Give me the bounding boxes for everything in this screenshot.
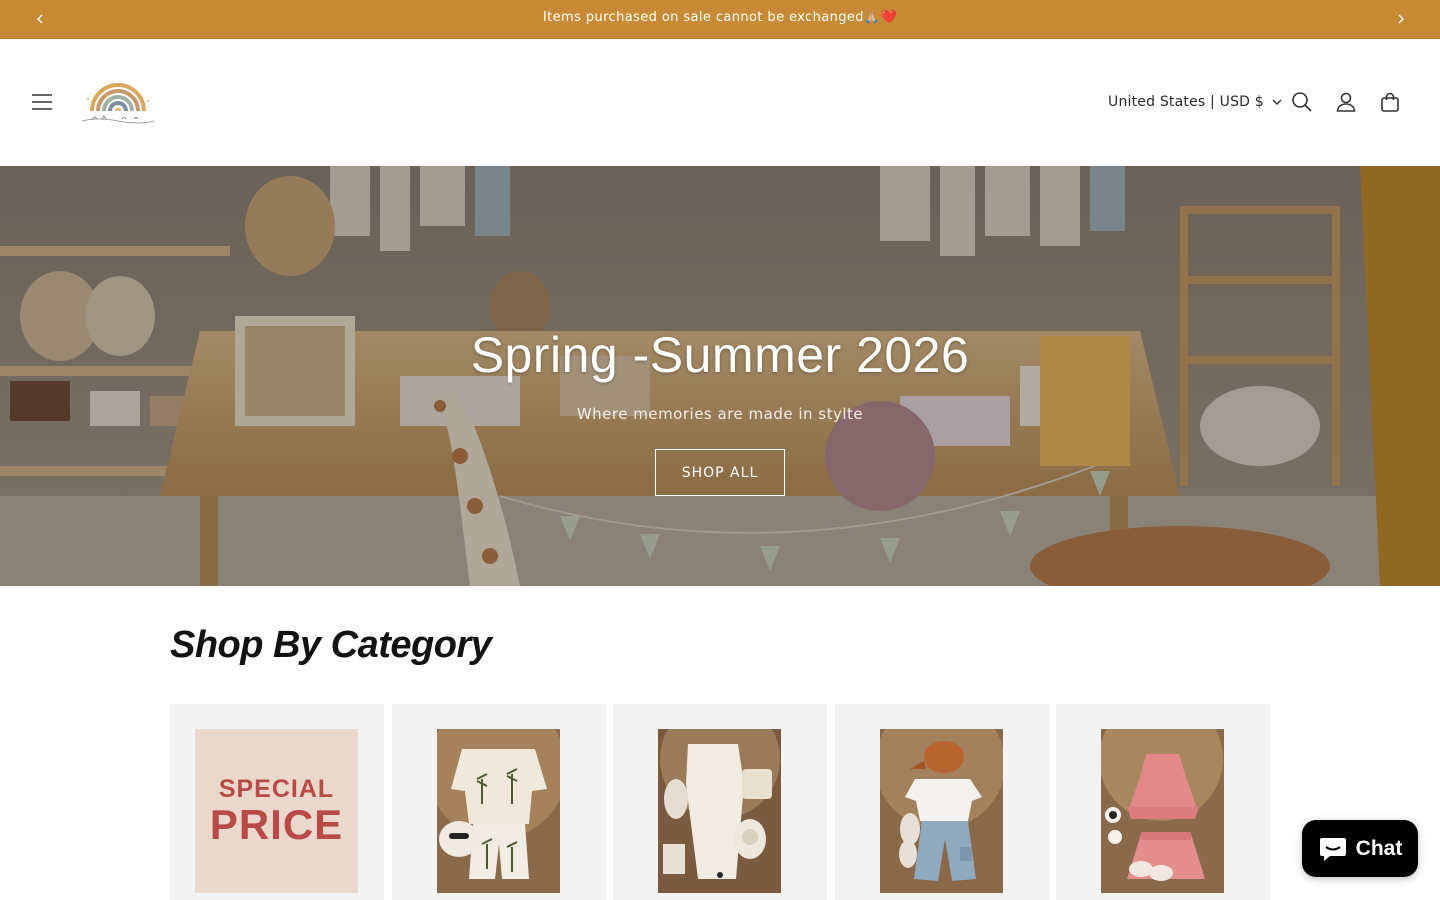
chat-label: Chat — [1355, 836, 1403, 860]
chat-bubble-icon — [1319, 837, 1346, 861]
category-card-special-price[interactable]: SPECIAL PRICE — [170, 704, 384, 900]
category-card[interactable] — [392, 704, 606, 900]
announcement-message: Items purchased on sale cannot be exchan… — [542, 10, 898, 25]
rainbow-logo — [81, 83, 155, 124]
category-image — [658, 729, 781, 893]
special-price-graphic: SPECIAL PRICE — [195, 729, 358, 893]
pink-ruffle-top-and-skirt — [1101, 729, 1224, 893]
menu-button[interactable] — [20, 80, 64, 124]
category-list: SPECIAL PRICE — [170, 704, 1270, 900]
category-image — [437, 729, 560, 893]
cart-icon — [1381, 92, 1399, 112]
hero-subtitle: Where memories are made in stylte — [576, 405, 864, 423]
country-currency-selector[interactable]: United States | USD $ — [1108, 86, 1282, 118]
account-icon — [1336, 92, 1356, 112]
account-button[interactable] — [1324, 80, 1368, 124]
chat-button[interactable]: Chat — [1302, 820, 1418, 877]
linen-set-with-palm-print — [437, 729, 560, 893]
cream-outfit-with-plush-toy — [658, 729, 781, 893]
cart-button[interactable] — [1368, 80, 1412, 124]
category-image — [880, 729, 1003, 893]
special-price-line2: PRICE — [209, 801, 344, 848]
category-card[interactable] — [835, 704, 1049, 900]
category-card[interactable] — [1056, 704, 1270, 900]
category-card[interactable] — [613, 704, 827, 900]
chevron-right-icon — [1398, 14, 1404, 24]
hamburger-icon — [32, 94, 52, 110]
shop-all-button[interactable]: SHOP ALL — [655, 449, 785, 496]
hero-title: Spring -Summer 2026 — [470, 327, 970, 383]
category-image — [1101, 729, 1224, 893]
country-currency-label: United States | USD $ — [1108, 94, 1264, 110]
search-icon — [1292, 92, 1312, 112]
store-logo[interactable] — [78, 75, 158, 131]
white-tee-denim-and-cap — [880, 729, 1003, 893]
announcement-bar: Items purchased on sale cannot be exchan… — [0, 0, 1440, 39]
search-button[interactable] — [1280, 80, 1324, 124]
site-header: United States | USD $ — [0, 39, 1440, 166]
section-heading: Shop By Category — [170, 624, 492, 666]
next-announcement-button[interactable] — [1381, 0, 1420, 38]
hero-banner: Spring -Summer 2026 Where memories are m… — [0, 166, 1440, 586]
special-price-line1: SPECIAL — [218, 775, 335, 803]
